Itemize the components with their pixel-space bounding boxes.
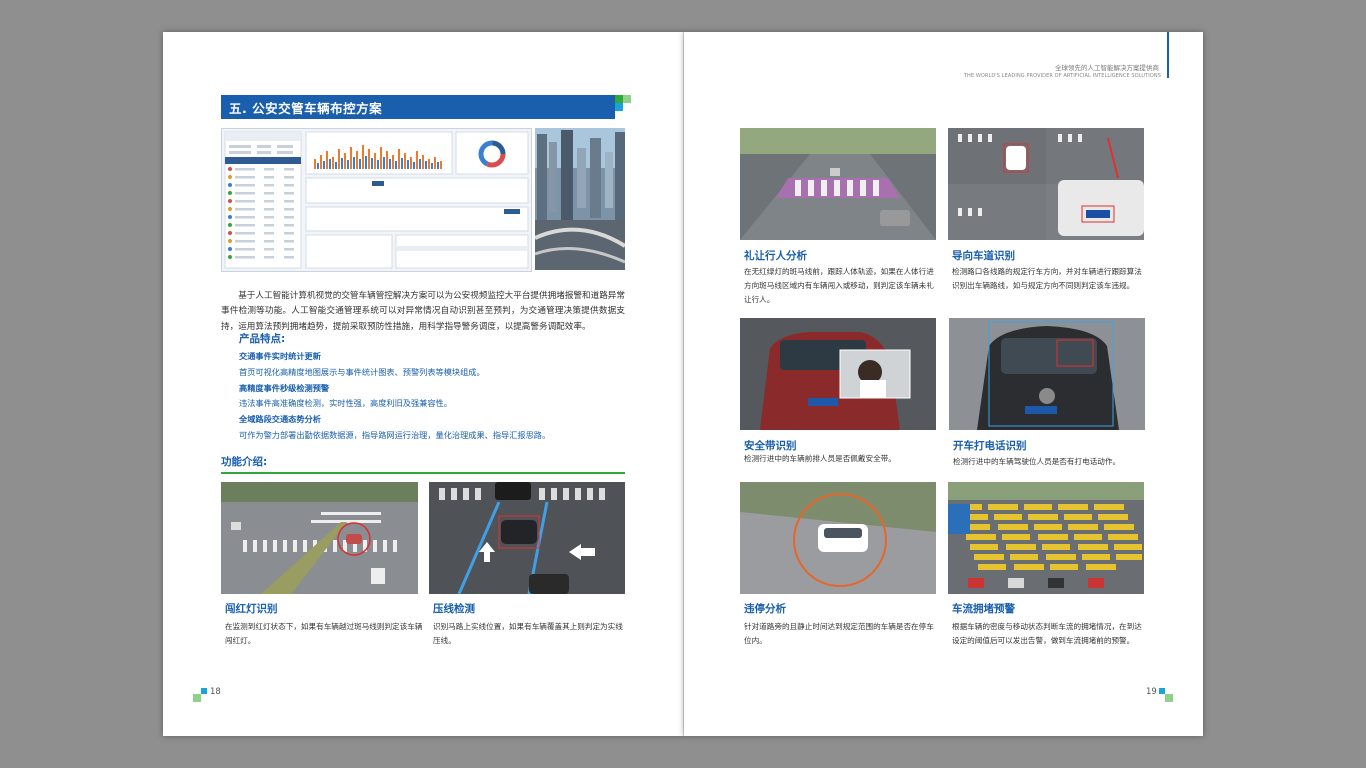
item-title: 开车打电话识别 <box>953 440 1027 452</box>
right-page: 全球领先的人工智能解决方案提供商 THE WORLD'S LEADING PRO… <box>684 32 1203 736</box>
header-slogan-en: THE WORLD'S LEADING PROVIDER OF ARTIFICI… <box>963 73 1161 79</box>
decor-square <box>1165 694 1173 702</box>
dashboard-screenshot <box>221 128 532 272</box>
item-desc: 根据车辆的密度与移动状态判断车流的拥堵情况，在到达设定的阈值后可以发出告警，做到… <box>952 622 1142 645</box>
feature-desc: 首页可视化高精度地图展示与事件统计图表、预警列表等模块组成。 <box>239 367 485 377</box>
traffic-jam-photo <box>948 482 1144 594</box>
decor-square <box>615 103 623 111</box>
item-desc: 检测行进中的车辆前排人员是否佩戴安全带。 <box>744 454 896 463</box>
function-desc-line-crossing: 识别马路上实线位置，如果有车辆覆盖其上则判定为实线压线。 <box>433 622 623 645</box>
feature-heading: 高精度事件秒级检测预警 <box>239 383 330 393</box>
left-page: 五. 公安交管车辆布控方案 基于人工智能计算机视觉的交管车辆管控解决方案可以为公… <box>163 32 683 736</box>
function-title-red-light: 闯红灯识别 <box>225 603 278 615</box>
header-slogan-cn: 全球领先的人工智能解决方案提供商 <box>1055 64 1159 72</box>
city-aerial-photo <box>535 128 625 270</box>
line-crossing-photo <box>429 482 625 594</box>
features-title: 产品特点: <box>239 333 286 345</box>
pedestrian-yield-photo <box>740 128 936 240</box>
function-title: 功能介绍: <box>221 456 268 468</box>
decor-square <box>201 688 207 694</box>
section-title: 五. 公安交管车辆布控方案 <box>229 101 383 116</box>
item-title: 导向车道识别 <box>952 250 1015 262</box>
feature-desc: 可作为警力部署出勤依据数据源，指导路网运行治理，量化治理成果、指导汇报思路。 <box>239 430 551 440</box>
seatbelt-photo <box>740 318 936 430</box>
illegal-parking-photo <box>740 482 936 594</box>
divider <box>221 472 625 474</box>
item-title: 礼让行人分析 <box>744 250 807 262</box>
item-title: 车流拥堵预警 <box>952 603 1015 615</box>
decor-square <box>193 694 201 702</box>
lane-direction-photo <box>948 128 1144 240</box>
feature-heading: 全域路段交通态势分析 <box>239 414 321 424</box>
decor-square <box>623 95 631 103</box>
page-number-right: 19 <box>1146 687 1157 697</box>
decor-square <box>623 103 631 111</box>
item-desc: 在无红绿灯的斑马线前，跟踪人体轨迹，如果在人体行进方向斑马线区域内有车辆闯入或移… <box>744 267 934 304</box>
red-light-photo <box>221 482 418 594</box>
header-rule <box>1167 32 1169 78</box>
item-title: 违停分析 <box>744 603 786 615</box>
item-desc: 检测路口各线路的规定行车方向，并对车辆进行跟踪算法识别出车辆路线，如与规定方向不… <box>952 267 1142 290</box>
function-desc-red-light: 在监测到红灯状态下，如果有车辆越过斑马线则判定该车辆闯红灯。 <box>225 622 423 645</box>
decor-square <box>615 95 623 103</box>
function-title-line-crossing: 压线检测 <box>433 603 475 615</box>
phone-driving-photo <box>949 318 1145 430</box>
feature-desc: 违法事件高准确度检测，实时性强，高度利旧及强兼容性。 <box>239 398 452 408</box>
item-title: 安全带识别 <box>744 440 797 452</box>
item-desc: 针对道路旁的且静止时间达到规定范围的车辆是否在停车位内。 <box>744 622 934 645</box>
section-title-bar: 五. 公安交管车辆布控方案 <box>221 95 615 119</box>
intro-paragraph: 基于人工智能计算机视觉的交管车辆管控解决方案可以为公安视频监控大平台提供拥堵报警… <box>221 290 625 332</box>
page-number-left: 18 <box>210 687 221 697</box>
item-desc: 检测行进中的车辆驾驶位人员是否有打电话动作。 <box>953 457 1121 466</box>
feature-heading: 交通事件实时统计更新 <box>239 351 321 361</box>
